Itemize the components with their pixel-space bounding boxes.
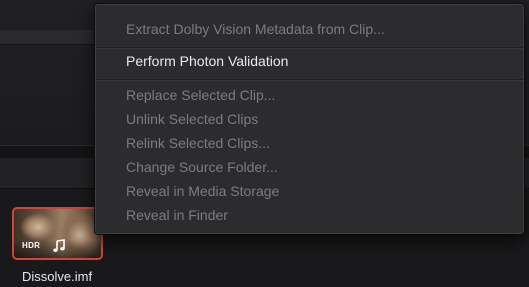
hdr-badge: HDR: [22, 241, 41, 250]
music-note-icon: [53, 239, 65, 252]
context-menu: Extract Dolby Vision Metadata from Clip.…: [95, 4, 524, 234]
menu-item-change-source-folder[interactable]: Change Source Folder...: [96, 155, 523, 179]
media-pool-panel: HDR Dissolve.imf Extract Dolby Vision Me…: [0, 0, 529, 287]
menu-item-perform-photon-validation[interactable]: Perform Photon Validation: [96, 49, 523, 73]
menu-separator: [96, 79, 523, 81]
clip-name[interactable]: Dissolve.imf: [22, 269, 92, 284]
menu-item-relink-selected-clips[interactable]: Relink Selected Clips...: [96, 131, 523, 155]
menu-item-extract-dolby-vision[interactable]: Extract Dolby Vision Metadata from Clip.…: [96, 17, 523, 41]
menu-item-unlink-selected-clips[interactable]: Unlink Selected Clips: [96, 107, 523, 131]
clip-thumbnail[interactable]: HDR: [12, 207, 103, 260]
panel-header-strip: [0, 30, 96, 45]
menu-item-reveal-in-finder[interactable]: Reveal in Finder: [96, 203, 523, 227]
menu-item-replace-selected-clip[interactable]: Replace Selected Clip...: [96, 83, 523, 107]
menu-item-reveal-in-media-storage[interactable]: Reveal in Media Storage: [96, 179, 523, 203]
